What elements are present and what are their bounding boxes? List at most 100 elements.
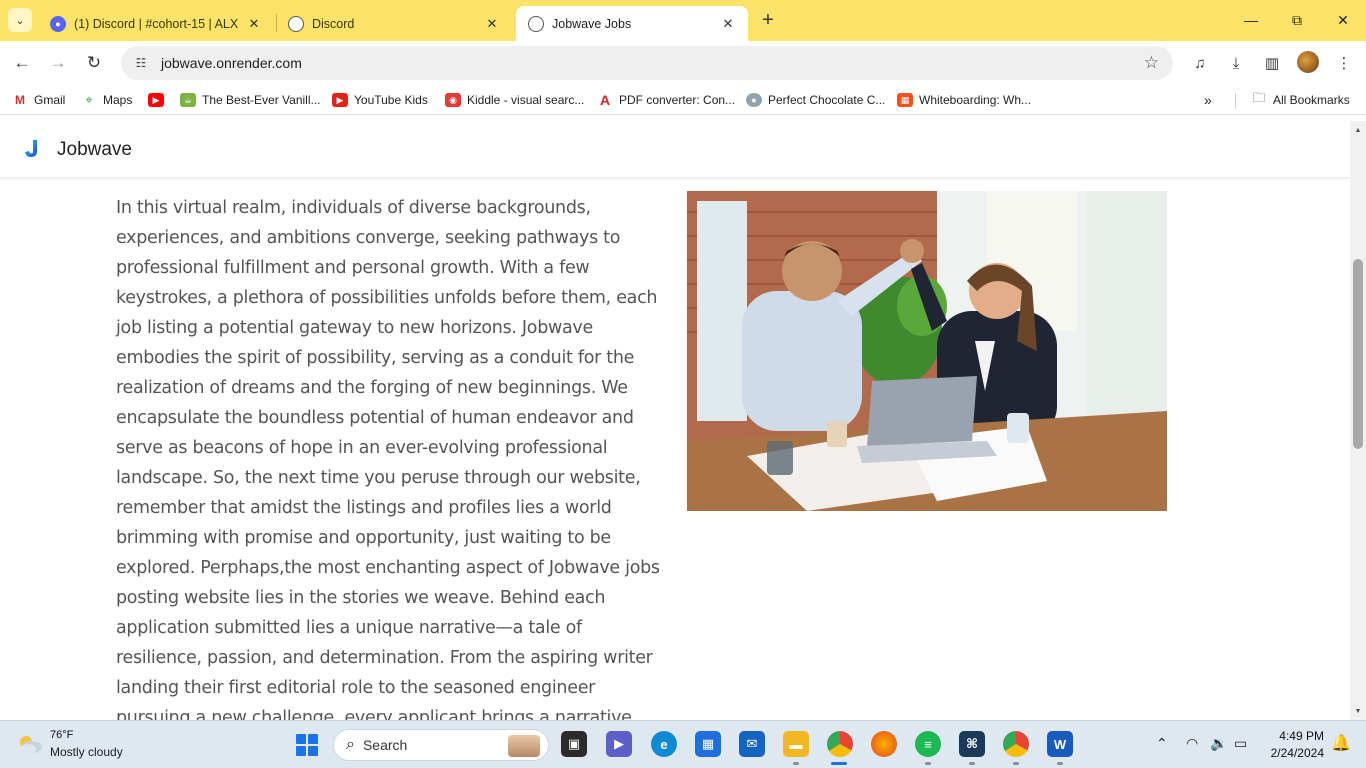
battery-icon[interactable]: ▭	[1234, 735, 1247, 752]
browser-toolbar: ← → ↻ ☷ jobwave.onrender.com ☆ ♫ ⤓ ▥ ⋮	[0, 41, 1366, 85]
show-hidden-icons-icon[interactable]: ⌃	[1156, 735, 1168, 752]
reload-icon: ↻	[86, 53, 102, 72]
weather-description[interactable]: Mostly cloudy	[50, 745, 123, 759]
store-icon[interactable]: ▦	[695, 731, 721, 757]
spotify-icon[interactable]: ≡	[915, 731, 941, 757]
bookmark-label: PDF converter: Con...	[619, 93, 736, 107]
new-tab-button[interactable]: +	[756, 8, 780, 32]
weather-cloud-icon[interactable]	[16, 732, 44, 756]
task-view-icon[interactable]: ▣	[561, 731, 587, 757]
chocolate-icon: ●	[746, 93, 762, 107]
chrome-icon[interactable]	[827, 731, 853, 757]
tab-title: Jobwave Jobs	[552, 16, 632, 31]
minimize-button[interactable]: —	[1228, 0, 1274, 40]
forward-button[interactable]: →	[44, 49, 72, 77]
kiddle-icon: ◉	[445, 93, 461, 107]
search-icon: ⌕	[346, 736, 355, 753]
office-high-five-photo	[687, 191, 1167, 511]
bookmark-star-icon[interactable]: ☆	[1144, 53, 1159, 73]
scroll-down-icon[interactable]: ▼	[1350, 704, 1366, 718]
teams-icon[interactable]: ▶	[606, 731, 632, 757]
profile-avatar[interactable]	[1297, 51, 1319, 73]
notification-bell-icon[interactable]: 🔔	[1331, 733, 1351, 753]
taskbar-search[interactable]: ⌕ Search	[333, 729, 549, 761]
maps-icon: ⌖	[81, 92, 97, 107]
discord-icon: ●	[50, 15, 66, 32]
back-button[interactable]: ←	[8, 49, 36, 77]
restore-button[interactable]: ⧉	[1274, 0, 1320, 40]
scrollbar-thumb[interactable]	[1353, 259, 1363, 449]
bookmark-chocolate[interactable]: ● Perfect Chocolate C...	[746, 91, 885, 109]
firefox-icon[interactable]	[871, 731, 897, 757]
file-explorer-icon[interactable]: ▬	[783, 731, 809, 757]
arrow-right-icon: →	[49, 53, 67, 72]
globe-icon	[528, 15, 544, 32]
tab-title: Discord	[312, 16, 355, 31]
bookmark-label: YouTube Kids	[354, 93, 428, 107]
youtube-icon: ▶	[148, 93, 164, 107]
jobwave-logo-icon[interactable]	[22, 139, 42, 159]
whiteboard-icon: ▦	[897, 93, 913, 107]
tab-search-button[interactable]: ⌄	[8, 8, 32, 32]
brand-name[interactable]: Jobwave	[57, 139, 132, 161]
close-icon[interactable]: ✕	[484, 16, 500, 32]
terminal-app-icon[interactable]: ⌘	[959, 731, 985, 757]
recipe-icon: ☕	[180, 93, 196, 107]
tab-jobwave[interactable]: Jobwave Jobs ✕	[516, 6, 748, 41]
side-panel-icon[interactable]: ▥	[1261, 52, 1283, 74]
reload-button[interactable]: ↻	[80, 49, 108, 77]
start-button[interactable]	[296, 734, 318, 756]
clock-date[interactable]: 2/24/2024	[1262, 746, 1324, 760]
chevron-down-icon: ⌄	[15, 14, 25, 27]
word-icon[interactable]: W	[1047, 731, 1073, 757]
edge-icon[interactable]: e	[651, 731, 677, 757]
mail-icon[interactable]: ✉	[739, 731, 765, 757]
close-window-button[interactable]: ✕	[1320, 0, 1366, 40]
bookmark-label: The Best-Ever Vanill...	[202, 93, 321, 107]
running-indicator	[1057, 762, 1063, 765]
all-bookmarks-label: All Bookmarks	[1273, 93, 1350, 107]
bookmark-youtube-kids[interactable]: ▶ YouTube Kids	[332, 91, 428, 109]
pdf-icon: A	[597, 92, 613, 108]
bookmark-whiteboarding[interactable]: ▦ Whiteboarding: Wh...	[897, 91, 1031, 109]
scroll-up-icon[interactable]: ▲	[1350, 123, 1366, 137]
divider	[1235, 93, 1236, 109]
chrome-profile-icon[interactable]	[1003, 731, 1029, 757]
bookmark-kiddle[interactable]: ◉ Kiddle - visual searc...	[445, 91, 584, 109]
close-icon[interactable]: ✕	[720, 16, 736, 32]
search-label: Search	[362, 737, 408, 753]
close-icon: ✕	[1337, 11, 1349, 28]
arrow-left-icon: ←	[13, 53, 31, 72]
bookmark-gmail[interactable]: M Gmail	[12, 91, 65, 109]
bookmark-label: Gmail	[34, 93, 66, 107]
media-controls-icon[interactable]: ♫	[1189, 52, 1211, 74]
more-bookmarks-button[interactable]: »	[1204, 91, 1212, 109]
bookmark-youtube[interactable]: ▶	[148, 91, 170, 109]
page-scrollbar[interactable]: ▲ ▼	[1350, 121, 1366, 720]
bookmark-vanilla[interactable]: ☕ The Best-Ever Vanill...	[180, 91, 321, 109]
wifi-icon[interactable]: ◠	[1186, 735, 1198, 752]
all-bookmarks-button[interactable]: 🗀 All Bookmarks	[1251, 90, 1350, 109]
volume-icon[interactable]: 🔉	[1210, 735, 1227, 752]
more-menu-icon[interactable]: ⋮	[1333, 52, 1355, 74]
plus-icon: +	[762, 8, 774, 31]
search-highlight-image	[508, 735, 540, 757]
windows-taskbar: 76°F Mostly cloudy ⌕ Search ▣ ▶ e ▦ ✉ ▬ …	[0, 720, 1366, 768]
running-indicator	[969, 762, 975, 765]
restore-icon: ⧉	[1292, 11, 1302, 28]
tab-discord-cohort[interactable]: ● (1) Discord | #cohort-15 | ALX S ✕	[38, 6, 274, 41]
weather-temperature[interactable]: 76°F	[50, 729, 73, 741]
clock-time[interactable]: 4:49 PM	[1268, 729, 1324, 743]
tab-strip: ⌄ ● (1) Discord | #cohort-15 | ALX S ✕ D…	[0, 0, 1366, 41]
active-app-indicator	[831, 762, 847, 765]
site-settings-icon[interactable]: ☷	[133, 55, 149, 71]
close-icon[interactable]: ✕	[246, 16, 262, 32]
download-icon[interactable]: ⤓	[1225, 52, 1247, 74]
bookmark-label: Whiteboarding: Wh...	[919, 93, 1032, 107]
tab-discord[interactable]: Discord ✕	[276, 6, 512, 41]
address-bar[interactable]: ☷ jobwave.onrender.com ☆	[121, 46, 1173, 80]
youtube-kids-icon: ▶	[332, 93, 348, 107]
bookmark-pdf[interactable]: A PDF converter: Con...	[597, 91, 735, 109]
globe-icon	[288, 15, 304, 32]
bookmark-maps[interactable]: ⌖ Maps	[81, 91, 132, 109]
